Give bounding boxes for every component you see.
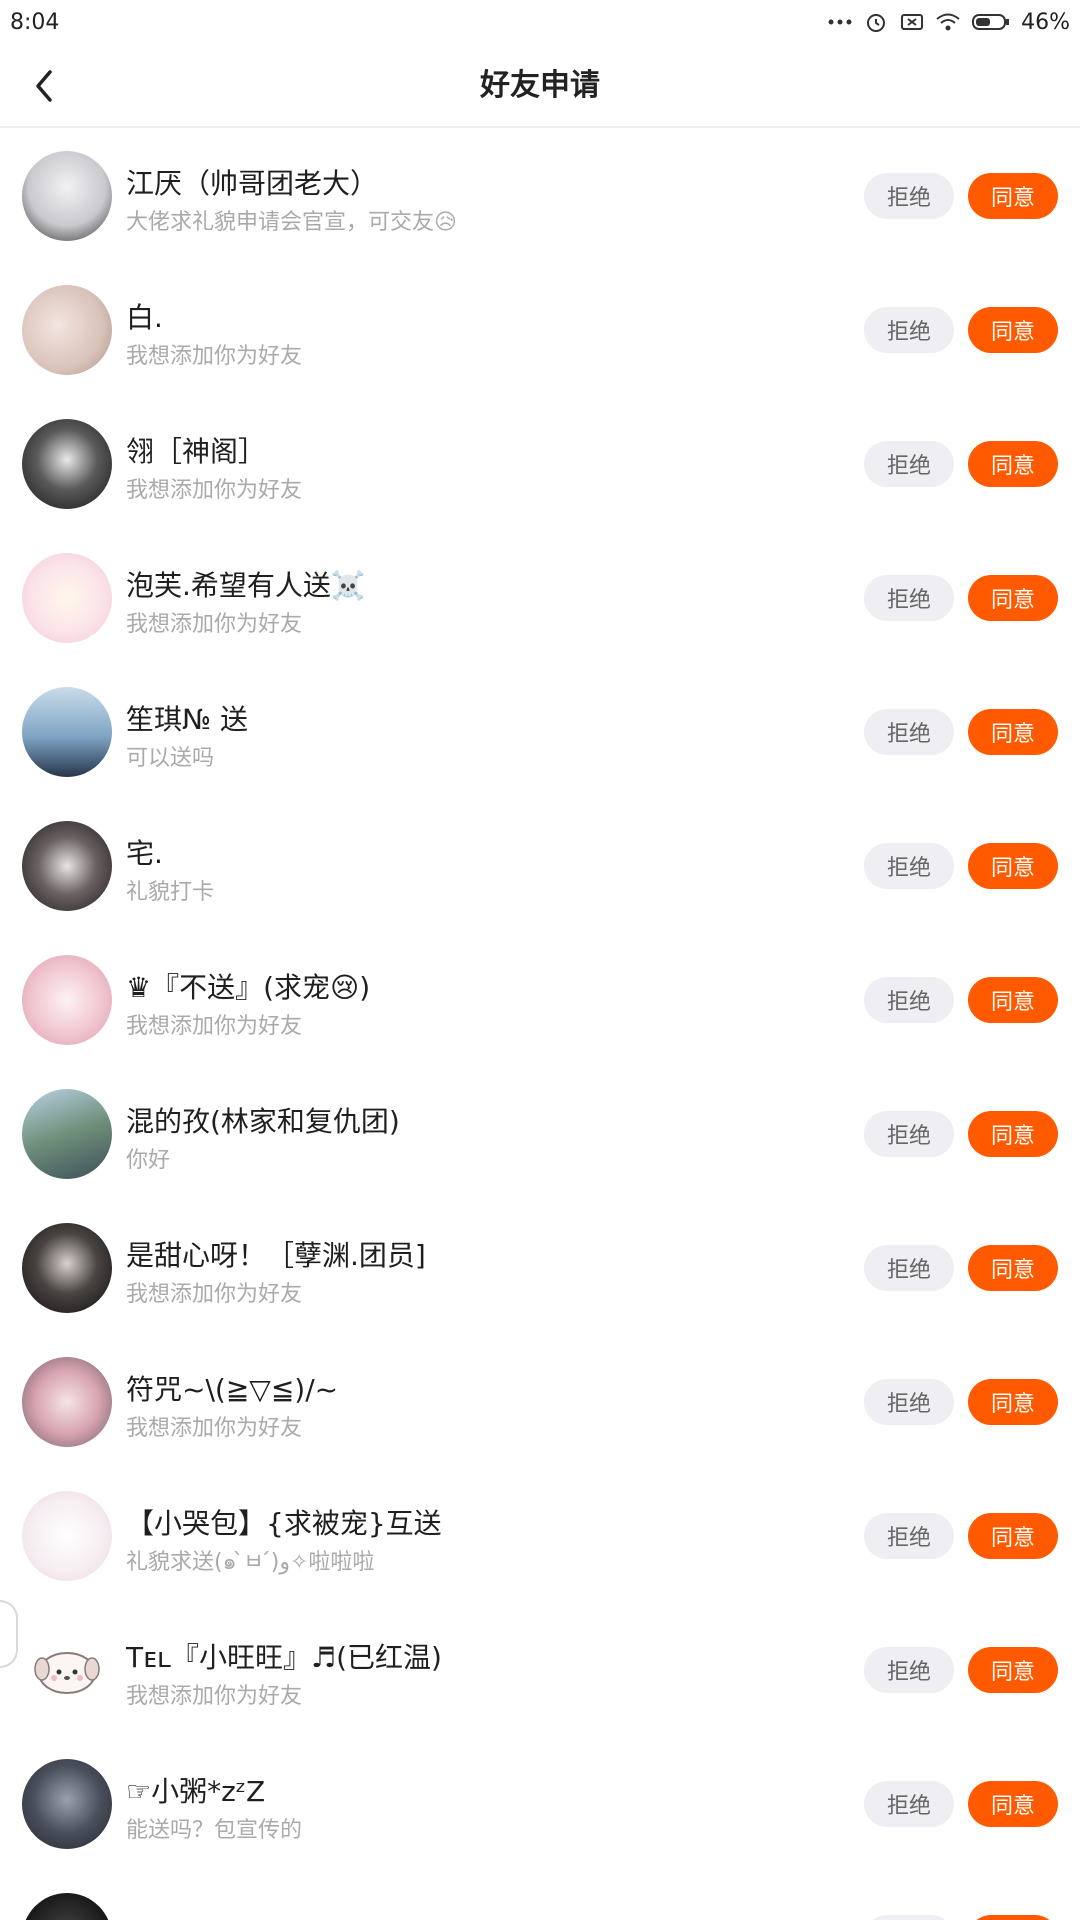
reject-button[interactable]: 拒绝 (864, 1781, 954, 1827)
status-bar: 8:04 46% (0, 0, 1080, 44)
reject-button[interactable]: 拒绝 (864, 1245, 954, 1291)
puppy-avatar-icon (34, 1652, 100, 1694)
reject-button[interactable]: 拒绝 (864, 709, 954, 755)
avatar[interactable] (22, 687, 112, 777)
reject-button[interactable]: 拒绝 (864, 1379, 954, 1425)
reject-button[interactable]: 拒绝 (864, 307, 954, 353)
list-item: 泡芙.希望有人送☠️ 我想添加你为好友 拒绝 同意 (0, 532, 1080, 666)
request-message: 我想添加你为好友 (126, 478, 303, 503)
reject-button[interactable]: 拒绝 (864, 1915, 954, 1920)
accept-button[interactable]: 同意 (968, 1111, 1058, 1157)
requester-name: Tᴇʟ『小旺旺』♬(已红温) (126, 1641, 442, 1674)
list-item-partial: 拒绝 同意 (0, 1872, 1080, 1920)
avatar[interactable] (22, 419, 112, 509)
request-message: 礼貌求送(๑ ̀ㅂ ́)و✧啦啦啦 (126, 1550, 375, 1575)
list-item: ♛『不送』(求宠😢) 我想添加你为好友 拒绝 同意 (0, 934, 1080, 1068)
accept-button[interactable]: 同意 (968, 441, 1058, 487)
reject-button[interactable]: 拒绝 (864, 1647, 954, 1693)
requester-name: 宅. (126, 837, 163, 870)
reject-button[interactable]: 拒绝 (864, 1513, 954, 1559)
avatar[interactable] (22, 821, 112, 911)
requester-name: 混的孜(林家和复仇团) (126, 1105, 400, 1138)
list-item: 翎［神阁］ 我想添加你为好友 拒绝 同意 (0, 398, 1080, 532)
requester-name: 泡芙.希望有人送☠️ (126, 569, 366, 602)
request-message: 我想添加你为好友 (126, 1282, 303, 1307)
accept-button[interactable]: 同意 (968, 709, 1058, 755)
wifi-icon (935, 11, 961, 33)
page-title: 好友申请 (480, 68, 600, 103)
request-message: 我想添加你为好友 (126, 1684, 303, 1709)
battery-level: 46% (1021, 9, 1070, 35)
requester-name: 【小哭包】{求被宠}互送 (126, 1507, 442, 1540)
list-item: 混的孜(林家和复仇团) 你好 拒绝 同意 (0, 1068, 1080, 1202)
accept-button[interactable]: 同意 (968, 1245, 1058, 1291)
edge-swipe-handle[interactable] (0, 1600, 18, 1668)
request-message: 可以送吗 (126, 746, 215, 771)
list-item: Tᴇʟ『小旺旺』♬(已红温) 我想添加你为好友 拒绝 同意 (0, 1604, 1080, 1738)
status-icons: 46% (827, 10, 1070, 35)
avatar[interactable] (22, 1625, 112, 1715)
accept-button[interactable]: 同意 (968, 1781, 1058, 1827)
accept-button[interactable]: 同意 (968, 977, 1058, 1023)
reject-button[interactable]: 拒绝 (864, 977, 954, 1023)
request-message: 我想添加你为好友 (126, 612, 303, 637)
avatar[interactable] (22, 1357, 112, 1447)
avatar[interactable] (22, 1491, 112, 1581)
accept-button[interactable]: 同意 (968, 1647, 1058, 1693)
list-item: 白. 我想添加你为好友 拒绝 同意 (0, 264, 1080, 398)
requester-name: 白. (126, 301, 163, 334)
requester-name: 翎［神阁］ (126, 435, 267, 468)
avatar[interactable] (22, 553, 112, 643)
avatar[interactable] (22, 1759, 112, 1849)
accept-button[interactable]: 同意 (968, 1915, 1058, 1920)
reject-button[interactable]: 拒绝 (864, 441, 954, 487)
accept-button[interactable]: 同意 (968, 575, 1058, 621)
list-item: 江厌（帅哥团老大） 大佬求礼貌申请会官宣，可交友😥 拒绝 同意 (0, 130, 1080, 264)
avatar[interactable] (22, 285, 112, 375)
reject-button[interactable]: 拒绝 (864, 575, 954, 621)
list-item: 是甜心呀！［孽渊.团员] 我想添加你为好友 拒绝 同意 (0, 1202, 1080, 1336)
list-item: 【小哭包】{求被宠}互送 礼貌求送(๑ ̀ㅂ ́)و✧啦啦啦 拒绝 同意 (0, 1470, 1080, 1604)
list-item: 符咒~\(≧▽≦)/~ 我想添加你为好友 拒绝 同意 (0, 1336, 1080, 1470)
accept-button[interactable]: 同意 (968, 1513, 1058, 1559)
status-time: 8:04 (10, 9, 60, 35)
list-item: 宅. 礼貌打卡 拒绝 同意 (0, 800, 1080, 934)
request-message: 礼貌打卡 (126, 880, 215, 905)
request-message: 大佬求礼貌申请会官宣，可交友😥 (126, 210, 457, 235)
no-sim-icon (899, 11, 925, 33)
avatar[interactable] (22, 1893, 112, 1920)
avatar[interactable] (22, 151, 112, 241)
reject-button[interactable]: 拒绝 (864, 843, 954, 889)
requester-name: 江厌（帅哥团老大） (126, 167, 379, 200)
accept-button[interactable]: 同意 (968, 843, 1058, 889)
request-message: 我想添加你为好友 (126, 1416, 303, 1441)
avatar[interactable] (22, 1223, 112, 1313)
accept-button[interactable]: 同意 (968, 1379, 1058, 1425)
request-message: 你好 (126, 1148, 171, 1173)
battery-icon (971, 11, 1011, 33)
list-item: ☞小粥*zᶻZ 能送吗？包宣传的 拒绝 同意 (0, 1738, 1080, 1872)
title-bar: 好友申请 (0, 44, 1080, 128)
avatar[interactable] (22, 955, 112, 1045)
avatar[interactable] (22, 1089, 112, 1179)
requester-name: 符咒~\(≧▽≦)/~ (126, 1373, 339, 1406)
accept-button[interactable]: 同意 (968, 173, 1058, 219)
reject-button[interactable]: 拒绝 (864, 1111, 954, 1157)
request-message: 能送吗？包宣传的 (126, 1818, 303, 1843)
requester-name: ☞小粥*zᶻZ (126, 1775, 266, 1808)
requester-name: 是甜心呀！［孽渊.团员] (126, 1239, 426, 1272)
request-message: 我想添加你为好友 (126, 1014, 303, 1039)
request-message: 我想添加你为好友 (126, 344, 303, 369)
requester-name: 笙琪№ 送 (126, 703, 249, 736)
accept-button[interactable]: 同意 (968, 307, 1058, 353)
requester-name: ♛『不送』(求宠😢) (126, 971, 371, 1004)
friend-request-list: 江厌（帅哥团老大） 大佬求礼貌申请会官宣，可交友😥 拒绝 同意 白. 我想添加你… (0, 130, 1080, 1920)
alarm-icon (863, 11, 889, 33)
list-item: 笙琪№ 送 可以送吗 拒绝 同意 (0, 666, 1080, 800)
more-dots-icon (827, 11, 853, 33)
reject-button[interactable]: 拒绝 (864, 173, 954, 219)
